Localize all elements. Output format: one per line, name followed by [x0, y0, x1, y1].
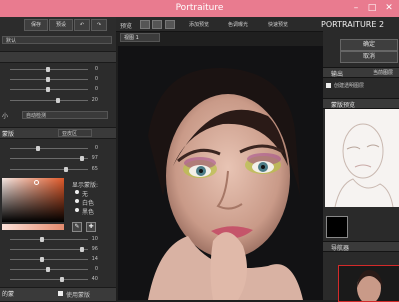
- slider-thumb[interactable]: [46, 67, 50, 72]
- output-section-header[interactable]: 输出 当前图层: [323, 67, 399, 78]
- slider-thumb[interactable]: [36, 146, 40, 151]
- show-mask-black-label: 黑色: [82, 209, 95, 216]
- tab-view-1[interactable]: 视图 1: [120, 33, 160, 42]
- slider-thumb[interactable]: [64, 167, 68, 172]
- eyedropper-plus-icon[interactable]: ✚: [86, 222, 96, 232]
- mask-mode-select[interactable]: 自动检测: [22, 111, 108, 119]
- create-transparent-layer-checkbox[interactable]: [326, 83, 331, 88]
- slider-value: 65: [91, 166, 98, 172]
- slider-value: 0: [94, 86, 98, 92]
- slider-track: [10, 148, 88, 149]
- show-mask-white-radio[interactable]: [75, 199, 79, 203]
- slider-track: [10, 249, 88, 250]
- use-mask-label: 使用蒙版: [66, 292, 91, 299]
- slider-value: 0: [94, 76, 98, 82]
- compare-icon[interactable]: [165, 20, 175, 29]
- add-preview-button[interactable]: 添加预览: [189, 21, 209, 28]
- slider-value: 0: [94, 145, 98, 151]
- show-mask-label: 显示蒙版:: [72, 182, 99, 189]
- slider-thumb[interactable]: [56, 98, 60, 103]
- quick-preview-button[interactable]: 快速预览: [268, 21, 288, 28]
- title-bar: Portraiture – □ ✕: [0, 0, 399, 17]
- slider-track: [10, 158, 88, 159]
- slider-thumb[interactable]: [46, 77, 50, 82]
- slider-track: [10, 100, 88, 101]
- cancel-button[interactable]: 取消: [340, 51, 398, 63]
- preview-label: 预览: [120, 23, 133, 30]
- mask-preview-image: [325, 109, 399, 208]
- mask-preview-label: 蒙版预览: [331, 102, 356, 109]
- minimize-button[interactable]: –: [350, 2, 362, 14]
- navigator-header[interactable]: 导航器: [323, 241, 399, 252]
- ok-button[interactable]: 确定: [340, 39, 398, 51]
- slider-thumb[interactable]: [46, 267, 50, 272]
- create-transparent-layer-label: 创建透明图层: [334, 83, 365, 89]
- preset-select[interactable]: 默认: [2, 36, 112, 44]
- slider-value: 20: [91, 97, 98, 103]
- output-label: 输出: [331, 71, 344, 78]
- show-mask-none-radio[interactable]: [75, 190, 79, 194]
- window-title: Portraiture: [175, 3, 224, 13]
- slider-thumb[interactable]: [40, 257, 44, 262]
- slider-track: [10, 279, 88, 280]
- mask-preview-header[interactable]: 蒙版预览: [323, 98, 399, 109]
- slider-track: [10, 169, 88, 170]
- slider-value: 14: [91, 256, 98, 262]
- slider-value: 96: [91, 246, 98, 252]
- slider-value: 0: [94, 66, 98, 72]
- slider-thumb[interactable]: [46, 87, 50, 92]
- brand-logo: PORTRAITURE 2: [321, 20, 385, 29]
- hue-strip[interactable]: [2, 224, 64, 230]
- undo-button[interactable]: ↶: [74, 19, 90, 31]
- show-mask-black-radio[interactable]: [75, 208, 79, 212]
- slider-value: 10: [91, 236, 98, 242]
- eyedropper-icon[interactable]: ✎: [72, 222, 82, 232]
- use-mask-checkbox[interactable]: [58, 291, 63, 296]
- slider-track: [10, 259, 88, 260]
- save-button[interactable]: 保存: [24, 19, 48, 31]
- maximize-button[interactable]: □: [366, 2, 378, 14]
- mask-mode-label: 小: [2, 113, 9, 120]
- navigator-thumbnail[interactable]: [338, 265, 399, 302]
- preview-image[interactable]: [118, 46, 323, 300]
- mask-select[interactable]: 亚皮区: [58, 129, 92, 137]
- slider-track: [10, 239, 88, 240]
- slider-thumb[interactable]: [80, 156, 84, 161]
- color-picker-square[interactable]: [2, 178, 64, 222]
- close-button[interactable]: ✕: [383, 2, 395, 14]
- mask-section-title: 蒙版: [2, 131, 15, 138]
- navigator-label: 导航器: [331, 245, 350, 252]
- smoothing-section-header[interactable]: [0, 51, 116, 63]
- slider-thumb[interactable]: [40, 237, 44, 242]
- slider-value: 0: [94, 266, 98, 272]
- split-view-icon[interactable]: [140, 20, 150, 29]
- show-mask-white-label: 白色: [82, 200, 95, 207]
- presets-button[interactable]: 预设: [49, 19, 73, 31]
- tone-exposure-button[interactable]: 色调曝光: [228, 21, 248, 28]
- slider-value: 97: [91, 155, 98, 161]
- bottom-section-title: 的蒙: [2, 291, 15, 298]
- output-select[interactable]: 当前图层: [373, 69, 393, 76]
- mask-color-swatch[interactable]: [326, 216, 348, 238]
- color-picker-cursor[interactable]: [34, 180, 39, 185]
- side-by-side-icon[interactable]: [152, 20, 162, 29]
- redo-button[interactable]: ↷: [91, 19, 107, 31]
- slider-thumb[interactable]: [60, 277, 64, 282]
- show-mask-none-label: 无: [82, 191, 89, 198]
- slider-thumb[interactable]: [80, 247, 84, 252]
- slider-value: 40: [91, 276, 98, 282]
